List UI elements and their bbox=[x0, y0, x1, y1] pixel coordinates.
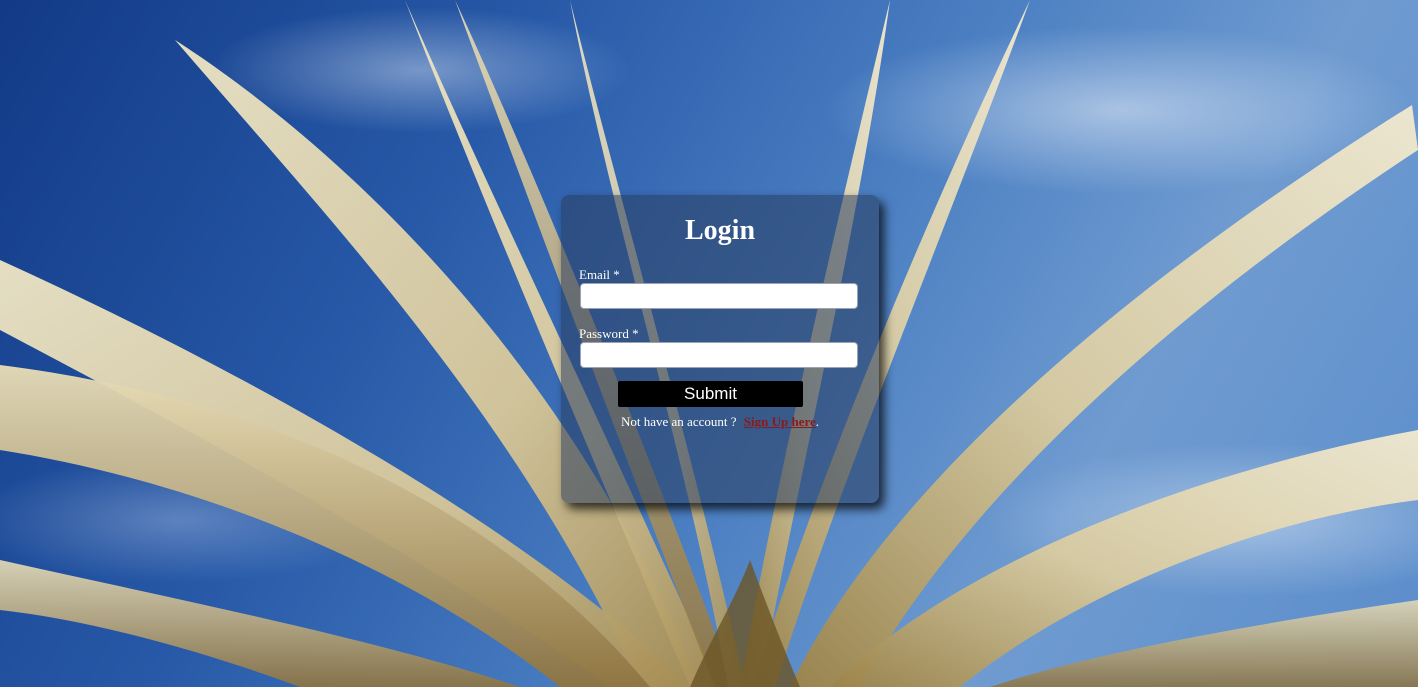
email-field[interactable] bbox=[580, 283, 858, 309]
submit-button[interactable]: Submit bbox=[618, 381, 803, 407]
password-label: Password * bbox=[579, 326, 639, 341]
signup-suffix: . bbox=[815, 414, 819, 429]
signup-prompt-text: Not have an account ? bbox=[620, 414, 737, 429]
password-field[interactable] bbox=[580, 342, 858, 368]
login-card: Login Email * Password * Submit Not have… bbox=[561, 195, 879, 503]
login-page: Login Email * Password * Submit Not have… bbox=[0, 0, 1418, 687]
login-title: Login bbox=[684, 215, 756, 246]
signup-link[interactable]: Sign Up here bbox=[744, 414, 816, 429]
email-label: Email * bbox=[579, 267, 620, 282]
signup-prompt-row: Not have an account ? Sign Up here. bbox=[579, 414, 861, 430]
